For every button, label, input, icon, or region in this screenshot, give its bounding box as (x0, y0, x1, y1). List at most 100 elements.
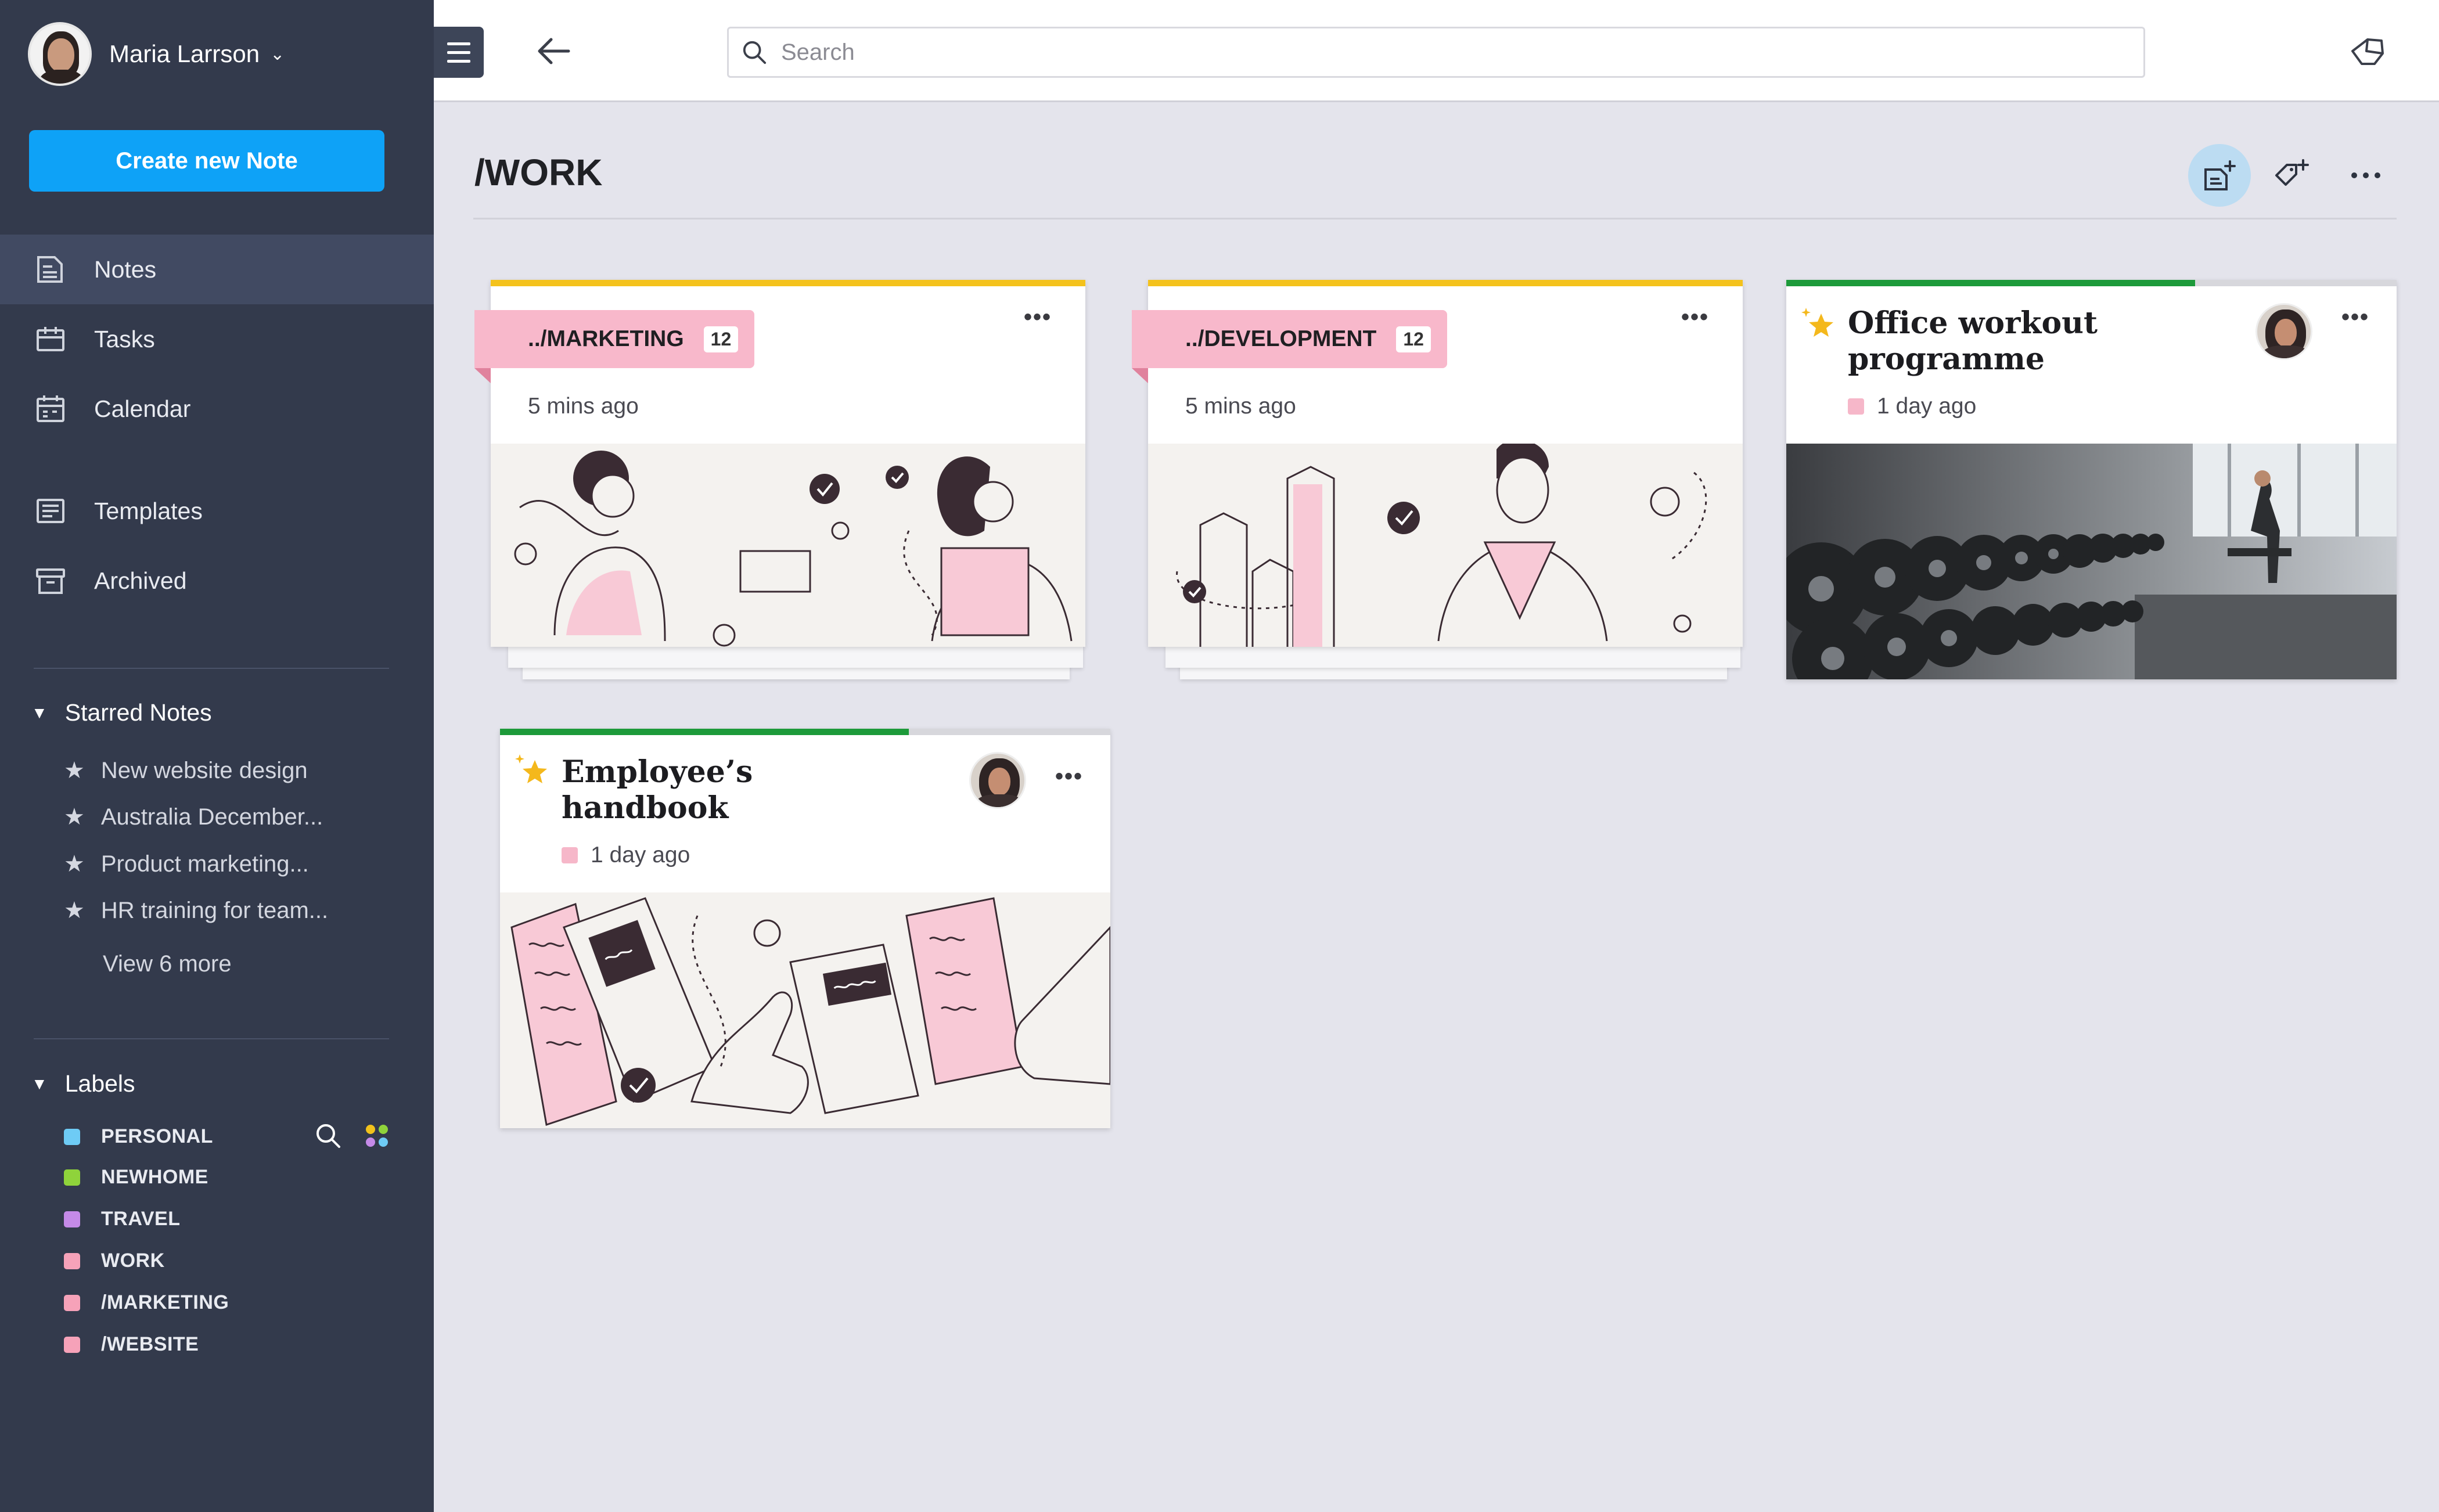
sidebar-item-notes[interactable]: Notes (0, 235, 434, 304)
starred-icon[interactable] (1800, 305, 1837, 343)
label-color-swatch (64, 1169, 80, 1186)
menu-icon[interactable] (434, 27, 484, 78)
color-palette-icon[interactable] (366, 1125, 389, 1148)
add-tag-icon (2275, 159, 2309, 186)
section-heading: Starred Notes (64, 699, 212, 726)
card-progress-bar (1786, 280, 2196, 286)
starred-note-item[interactable]: ★ Australia December... (64, 804, 323, 830)
star-icon: ★ (64, 898, 85, 923)
calendar-icon (37, 395, 64, 422)
search-bar[interactable] (727, 27, 2145, 78)
labels-toggle[interactable]: ▼ Labels (31, 1070, 135, 1097)
folder-card-development[interactable]: ../DEVELOPMENT 12 ••• 5 mins ago (1132, 280, 1743, 647)
sidebar-item-calendar[interactable]: Calendar (0, 374, 434, 444)
search-input[interactable] (781, 39, 2117, 66)
star-icon: ★ (64, 804, 85, 830)
development-illustration (1148, 444, 1743, 647)
create-note-button[interactable]: Create new Note (29, 130, 384, 192)
topbar (434, 0, 2439, 102)
search-icon[interactable] (315, 1122, 341, 1149)
notes-icon (37, 256, 63, 283)
card-timestamp: 1 day ago (562, 843, 690, 868)
label-color-swatch (64, 1294, 80, 1311)
label-name: NEWHOME (101, 1166, 208, 1188)
label-color-swatch (1848, 398, 1864, 415)
tasks-icon (37, 327, 64, 351)
label-name: /WEBSITE (101, 1333, 199, 1355)
note-title: Office workout programme (1848, 305, 2098, 377)
starred-note-label: Australia December... (100, 804, 323, 830)
label-item[interactable]: WORK (64, 1250, 165, 1272)
chevron-down-icon: ▼ (31, 1074, 48, 1093)
avatar (969, 752, 1026, 809)
starred-note-label: New website design (100, 757, 308, 783)
back-arrow-icon[interactable] (536, 34, 571, 69)
starred-note-item[interactable]: ★ New website design (64, 757, 308, 784)
starred-note-label: HR training for team... (100, 897, 329, 923)
timestamp-text: 1 day ago (1877, 394, 1977, 419)
more-icon[interactable]: ••• (1681, 304, 1709, 330)
sidebar-item-label: Calendar (94, 395, 191, 422)
note-card-office-workout[interactable]: Office workout programme ••• 1 day ago (1786, 280, 2397, 679)
folder-tag: ../MARKETING 12 (474, 310, 755, 383)
folder-card-marketing[interactable]: ../MARKETING 12 ••• 5 mins ago (474, 280, 1085, 647)
more-icon[interactable]: ••• (1055, 764, 1083, 790)
label-color-swatch (64, 1252, 80, 1269)
user-name: Maria Larrson (109, 40, 260, 67)
chevron-down-icon: ▼ (31, 703, 48, 722)
note-card-employees-handbook[interactable]: Employee’s handbook ••• 1 day ago (500, 729, 1110, 1128)
chevron-down-icon: ⌄ (270, 44, 285, 64)
more-options-button[interactable] (2334, 144, 2397, 207)
section-heading: Labels (64, 1070, 135, 1097)
divider (473, 218, 2397, 219)
label-item[interactable]: PERSONAL (64, 1125, 213, 1148)
archive-icon (36, 568, 65, 594)
card-accent-bar (491, 280, 1085, 286)
label-item[interactable]: /WEBSITE (64, 1333, 199, 1356)
add-note-icon (2204, 160, 2236, 190)
sidebar: Maria Larrson ⌄ Create new Note Notes Ta… (0, 0, 434, 1512)
sidebar-item-label: Tasks (94, 325, 155, 352)
label-name: /MARKETING (101, 1291, 229, 1313)
card-timestamp: 5 mins ago (1185, 394, 1296, 419)
page-title: /WORK (474, 152, 603, 193)
label-name: PERSONAL (101, 1125, 213, 1147)
label-item[interactable]: TRAVEL (64, 1208, 180, 1230)
label-item[interactable]: /MARKETING (64, 1291, 229, 1314)
label-color-swatch (562, 847, 578, 863)
hand-icon[interactable] (2350, 36, 2385, 67)
sidebar-item-tasks[interactable]: Tasks (0, 304, 434, 374)
gym-photo (1786, 444, 2397, 679)
note-title: Employee’s handbook (562, 754, 753, 826)
more-icon[interactable]: ••• (2341, 304, 2369, 330)
user-menu[interactable]: Maria Larrson ⌄ (28, 22, 285, 86)
sidebar-item-label: Notes (94, 255, 157, 283)
label-name: TRAVEL (101, 1208, 181, 1230)
starred-icon[interactable] (514, 752, 551, 789)
new-note-button[interactable] (2188, 144, 2251, 207)
item-count-badge: 12 (1396, 326, 1431, 352)
folder-name: ../MARKETING (528, 326, 684, 351)
avatar (2255, 303, 2312, 360)
search-icon (743, 41, 767, 64)
starred-note-item[interactable]: ★ Product marketing... (64, 851, 309, 877)
templates-icon (37, 499, 64, 523)
label-color-swatch (64, 1211, 80, 1227)
label-item[interactable]: NEWHOME (64, 1166, 208, 1189)
star-icon: ★ (64, 758, 85, 783)
folder-tag: ../DEVELOPMENT 12 (1132, 310, 1447, 383)
label-name: WORK (101, 1250, 165, 1272)
sidebar-item-label: Archived (94, 567, 187, 594)
card-timestamp: 1 day ago (1848, 394, 1976, 419)
card-progress-bar (500, 729, 909, 735)
sidebar-item-archived[interactable]: Archived (0, 546, 434, 615)
timestamp-text: 1 day ago (591, 843, 690, 867)
view-more-link[interactable]: View 6 more (103, 951, 232, 977)
more-icon[interactable]: ••• (1024, 304, 1052, 330)
folder-name: ../DEVELOPMENT (1185, 326, 1377, 351)
sidebar-item-label: Templates (94, 497, 203, 524)
add-label-button[interactable] (2260, 144, 2323, 207)
sidebar-item-templates[interactable]: Templates (0, 476, 434, 546)
starred-notes-toggle[interactable]: ▼ Starred Notes (31, 699, 212, 726)
starred-note-item[interactable]: ★ HR training for team... (64, 897, 328, 924)
